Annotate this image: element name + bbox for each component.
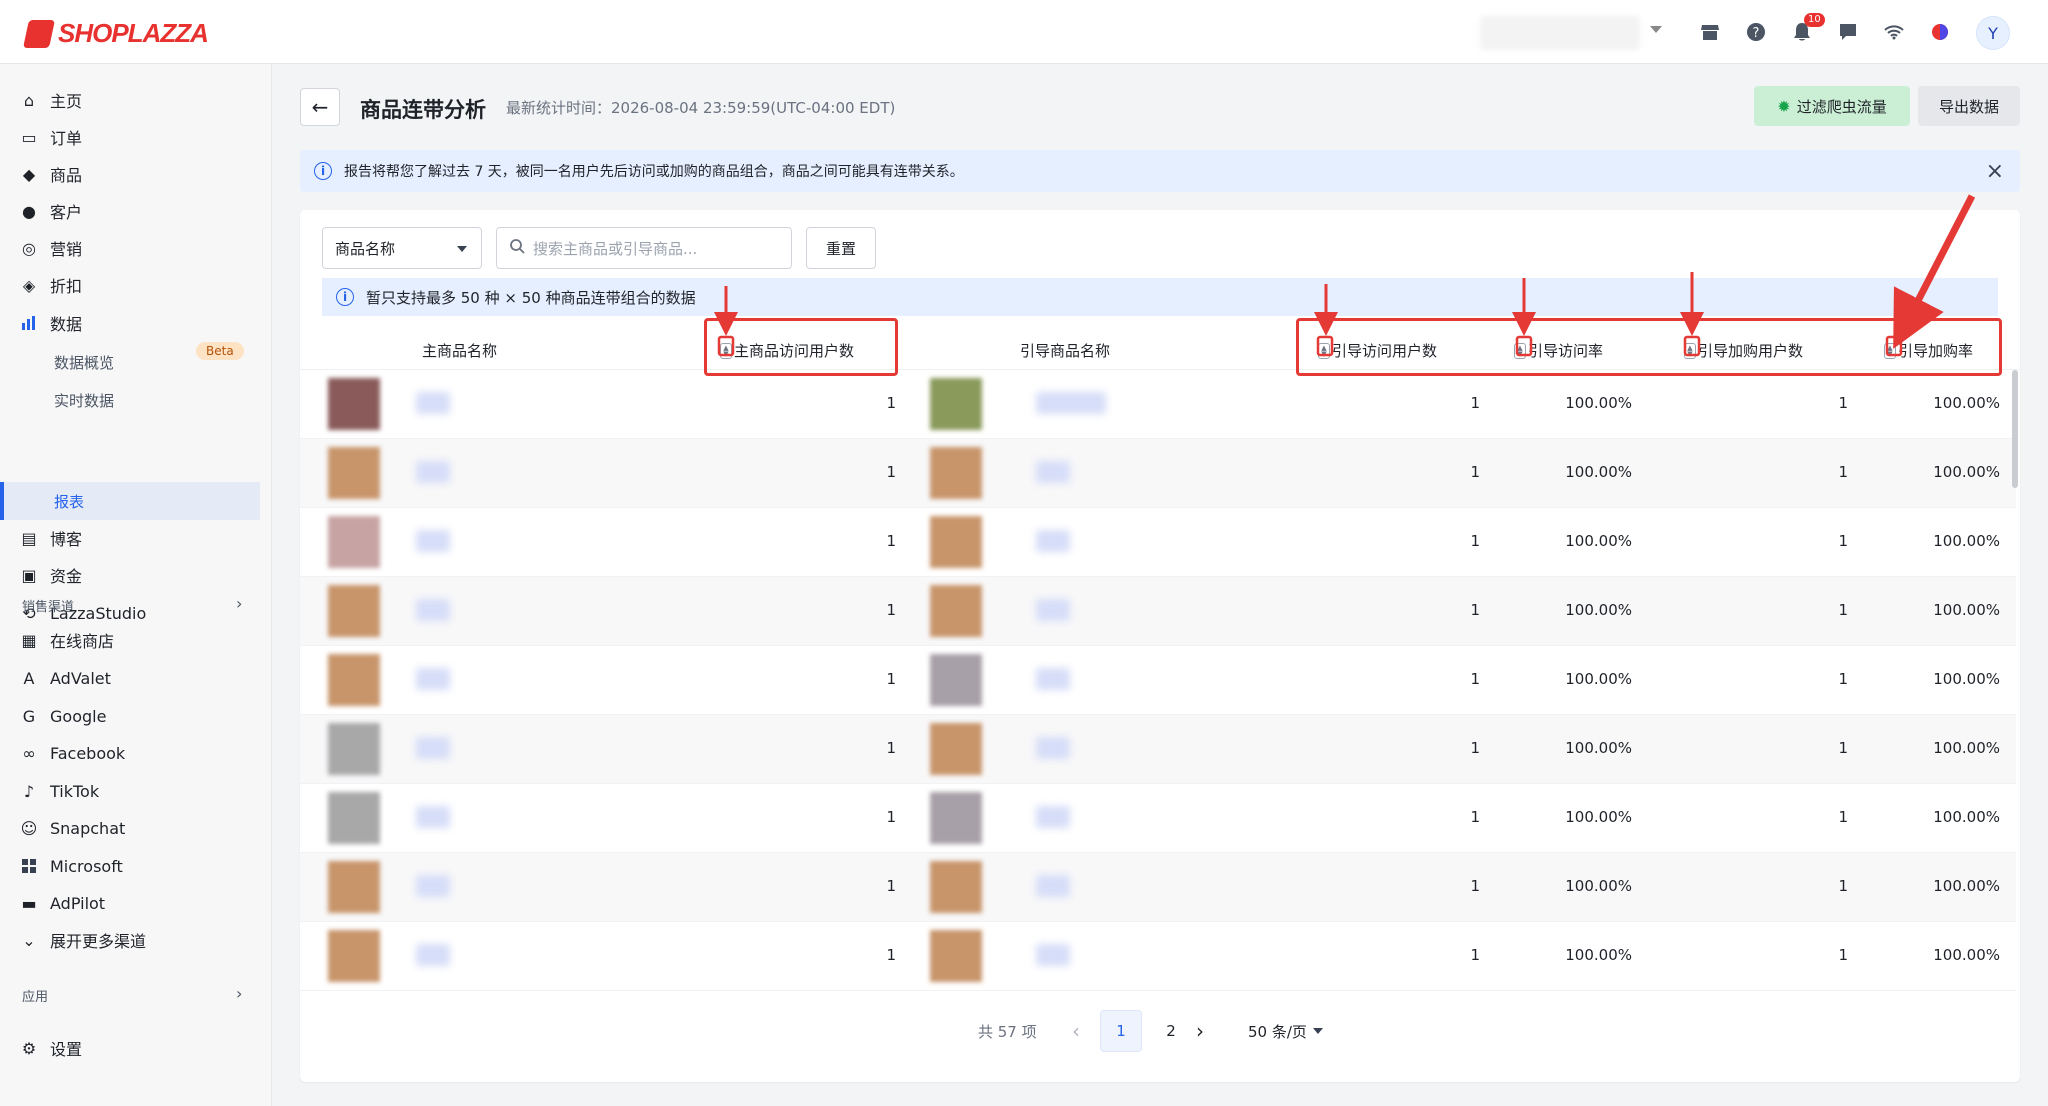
annotation-arrows: [714, 194, 1976, 357]
